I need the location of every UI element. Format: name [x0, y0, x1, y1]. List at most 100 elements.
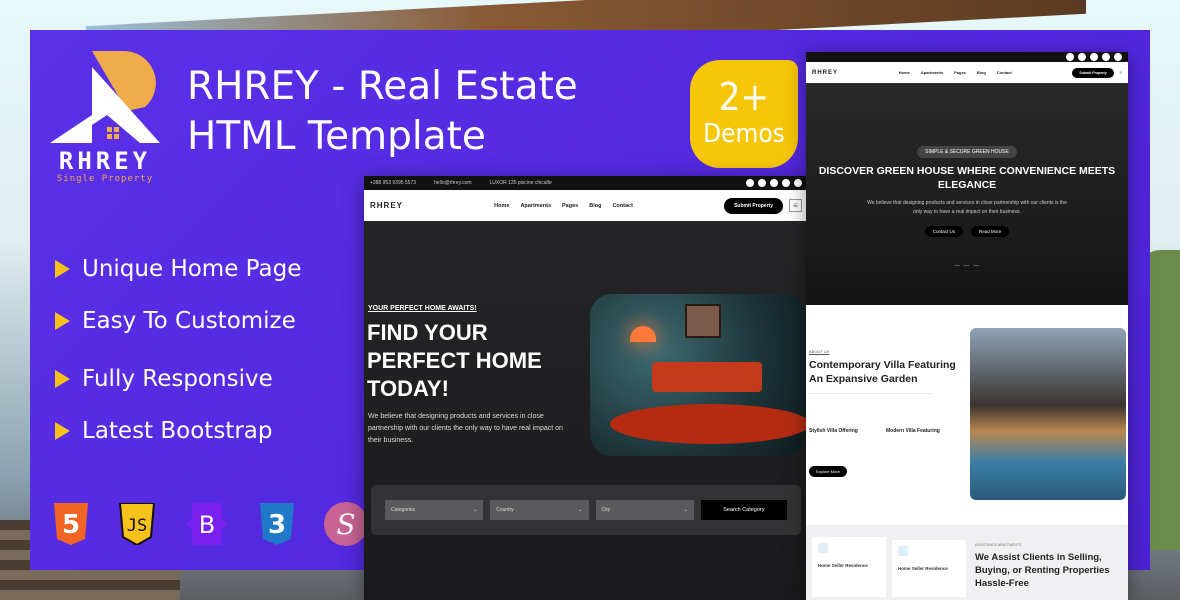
contact-us-button[interactable]: Contact Us	[924, 226, 963, 237]
about-eyebrow: ABOUT US	[809, 349, 830, 354]
hero-pill: SIMPLE & SECURE GREEN HOUSE	[917, 146, 1017, 158]
villa-image	[970, 328, 1126, 500]
home-icon	[898, 546, 908, 556]
html5-label: 5	[62, 510, 80, 540]
triangle-bullet-icon	[55, 370, 70, 388]
about-feature-1: Stylish Villa Offering	[809, 428, 858, 434]
submit-property-button[interactable]: Submit Property	[724, 197, 783, 214]
service-card: Home Seller Residence	[812, 537, 886, 597]
social-links	[746, 179, 802, 187]
explore-more-button[interactable]: Explore More	[809, 466, 847, 477]
rug	[610, 404, 806, 444]
submit-property-button[interactable]: Submit Property	[1072, 67, 1114, 78]
address: LUXOR 135 piscine chicalfe	[489, 180, 552, 186]
brand-name: RHREY	[59, 147, 151, 175]
nav-apartments[interactable]: Apartments	[921, 70, 943, 75]
css3-icon: 3	[260, 503, 294, 545]
title-line-1: RHREY - Real Estate	[187, 64, 578, 109]
menu-icon[interactable]: ≡	[1120, 70, 1122, 75]
read-more-button[interactable]: Read More	[971, 226, 1010, 237]
instagram-icon[interactable]	[1090, 53, 1098, 61]
facebook-icon[interactable]	[1066, 53, 1074, 61]
city-value: City	[601, 507, 611, 513]
badge-label: Demos	[703, 119, 785, 149]
chevron-down-icon: ⌄	[683, 507, 688, 513]
youtube-icon[interactable]	[758, 179, 766, 187]
nav-apartments[interactable]: Apartments	[520, 203, 551, 209]
assist-eyebrow: ASSISTANCE APARTMENTS	[975, 543, 1022, 547]
facebook-icon[interactable]	[746, 179, 754, 187]
javascript-icon: JS	[118, 503, 156, 545]
assist-heading: We Assist Clients in Selling, Buying, or…	[975, 552, 1110, 589]
tiktok-icon[interactable]	[1114, 53, 1122, 61]
sofa	[652, 362, 762, 392]
feature-item: Fully Responsive	[55, 353, 301, 405]
lamp	[630, 326, 656, 342]
youtube-icon[interactable]	[1078, 53, 1086, 61]
home-icon	[818, 543, 828, 553]
hero-buttons: Contact Us Read More	[806, 226, 1128, 237]
feature-item: Latest Bootstrap	[55, 405, 301, 457]
tiktok-icon[interactable]	[794, 179, 802, 187]
feature-list: Unique Home Page Easy To Customize Fully…	[55, 243, 301, 457]
sass-label: S	[336, 508, 355, 541]
nav-blog[interactable]: Blog	[589, 203, 601, 209]
hero-eyebrow: YOUR PERFECT HOME AWAITS!	[368, 305, 477, 312]
title-line-2: HTML Template	[187, 114, 486, 159]
living-room-image	[590, 294, 806, 456]
sass-icon: S	[324, 502, 368, 546]
email: hello@rhrey.com	[434, 180, 472, 186]
triangle-bullet-icon	[55, 260, 70, 278]
hero: YOUR PERFECT HOME AWAITS! FIND YOUR PERF…	[364, 221, 808, 600]
page-title: RHREY - Real Estate HTML Template	[187, 62, 578, 162]
x-icon[interactable]	[1102, 53, 1110, 61]
nav-pages[interactable]: Pages	[562, 203, 578, 209]
search-category-button[interactable]: Search Category	[700, 500, 787, 520]
menu-icon[interactable]: ≡	[788, 199, 802, 212]
instagram-icon[interactable]	[770, 179, 778, 187]
nav-logo[interactable]: RHREY	[370, 201, 403, 210]
service-card-title: Home Seller Residence	[898, 566, 948, 571]
css3-label: 3	[268, 510, 286, 540]
slider-dots[interactable]: — — —	[806, 263, 1128, 269]
about-text-placeholder: ········································…	[809, 391, 933, 396]
nav-blog[interactable]: Blog	[977, 70, 986, 75]
feature-label: Easy To Customize	[82, 308, 296, 334]
nav-home[interactable]: Home	[494, 203, 509, 209]
nav-contact[interactable]: Contact	[612, 203, 632, 209]
social-links	[1066, 53, 1122, 61]
demo-2-screenshot: RHREY Home Apartments Pages Blog Contact…	[806, 52, 1128, 600]
tech-icons: 5 JS B 3 S	[52, 502, 368, 546]
badge-count: 2+	[718, 75, 770, 119]
hero: SIMPLE & SECURE GREEN HOUSE DISCOVER GRE…	[806, 83, 1128, 305]
nav-links: Home Apartments Pages Blog Contact	[494, 203, 633, 209]
about-section: ABOUT US Contemporary Villa Featuring An…	[806, 305, 1128, 525]
feature-item: Easy To Customize	[55, 295, 301, 347]
brand-tagline: Single Property	[57, 174, 153, 184]
navbar: RHREY Home Apartments Pages Blog Contact…	[364, 190, 808, 221]
top-bar: +388 953 9395 5573 hello@rhrey.com LUXOR…	[364, 176, 808, 190]
feature-label: Unique Home Page	[82, 256, 302, 282]
nav-links: Home Apartments Pages Blog Contact	[899, 70, 1012, 75]
triangle-bullet-icon	[55, 422, 70, 440]
html5-icon: 5	[54, 503, 88, 545]
about-heading: Contemporary Villa Featuring An Expansiv…	[809, 359, 956, 385]
demos-badge: 2+ Demos	[690, 60, 798, 168]
categories-value: Categories	[391, 507, 416, 513]
hero-text: We believe that designing products and s…	[368, 413, 563, 444]
feature-label: Fully Responsive	[82, 366, 273, 392]
hero-text: We believe that designing products and s…	[867, 200, 1067, 215]
nav-logo[interactable]: RHREY	[812, 70, 838, 76]
demo-1-screenshot: +388 953 9395 5573 hello@rhrey.com LUXOR…	[364, 176, 808, 600]
service-card: Home Seller Residence	[892, 540, 966, 597]
nav-contact[interactable]: Contact	[997, 70, 1012, 75]
categories-select[interactable]: Categories ⌄	[385, 500, 484, 520]
country-select[interactable]: Country ⌄	[490, 500, 589, 520]
city-select[interactable]: City ⌄	[595, 500, 694, 520]
hero-heading: FIND YOUR PERFECT HOME TODAY!	[367, 320, 542, 401]
x-icon[interactable]	[782, 179, 790, 187]
service-card-title: Home Seller Residence	[818, 563, 868, 568]
picture-frame	[685, 304, 721, 338]
nav-pages[interactable]: Pages	[954, 70, 966, 75]
nav-home[interactable]: Home	[899, 70, 910, 75]
